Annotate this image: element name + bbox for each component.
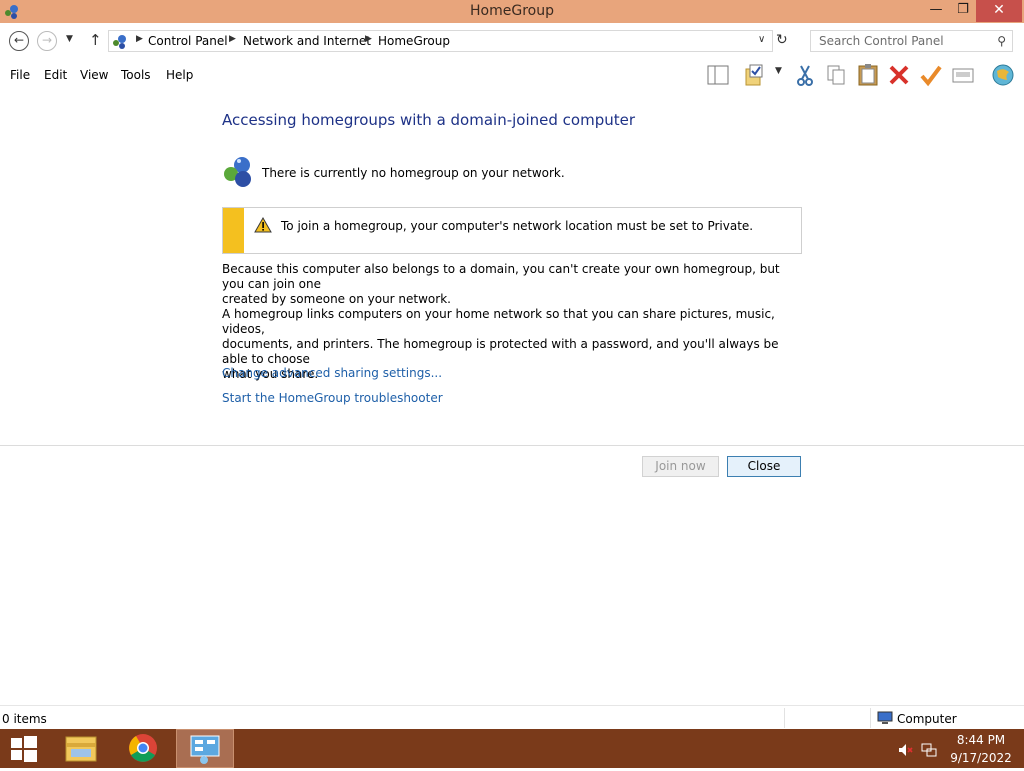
navigation-bar: ← → ▼ ↑ ▶ Control Panel ▶ Network and In…	[0, 23, 1024, 60]
folder-check-icon[interactable]	[743, 63, 767, 87]
clock-time[interactable]: 8:44 PM	[940, 733, 1022, 747]
menu-tools[interactable]: Tools	[121, 68, 151, 82]
warning-icon	[254, 216, 272, 236]
breadcrumb-homegroup[interactable]: HomeGroup	[378, 34, 450, 48]
divider	[0, 445, 1024, 446]
control-panel-taskbar-icon[interactable]	[176, 729, 234, 768]
preview-pane-icon[interactable]	[706, 63, 730, 87]
menu-edit[interactable]: Edit	[44, 68, 67, 82]
homegroup-icon	[222, 155, 256, 192]
homegroup-status: There is currently no homegroup on your …	[262, 166, 565, 180]
close-window-button[interactable]: ✕	[976, 0, 1022, 22]
copy-icon[interactable]	[824, 63, 848, 87]
status-divider	[784, 708, 785, 728]
network-globe-icon	[112, 34, 128, 53]
search-placeholder: Search Control Panel	[819, 34, 944, 48]
globe-icon[interactable]	[991, 63, 1015, 87]
menu-file[interactable]: File	[10, 68, 30, 82]
rename-icon[interactable]	[951, 63, 975, 87]
folder-options-chevron-icon[interactable]: ▼	[775, 66, 785, 90]
refresh-icon[interactable]: ↻	[776, 32, 788, 48]
window-title: HomeGroup	[470, 3, 554, 19]
address-dropdown-chevron-icon[interactable]: ∨	[758, 34, 765, 45]
computer-icon	[877, 710, 893, 729]
recent-locations-chevron-icon[interactable]: ▼	[66, 34, 73, 44]
title-bar: HomeGroup — ❐ ✕	[0, 0, 1024, 23]
forward-arrow-icon[interactable]: →	[37, 31, 57, 51]
search-input[interactable]: Search Control Panel ⚲	[810, 30, 1013, 52]
warning-banner: To join a homegroup, your computer's net…	[222, 207, 802, 254]
domain-explanation-line: created by someone on your network.	[222, 292, 451, 306]
back-arrow-icon[interactable]: ←	[9, 31, 29, 51]
status-bar: 0 items Computer	[0, 705, 1024, 730]
network-icon[interactable]	[921, 742, 937, 761]
status-divider	[870, 708, 871, 728]
paste-icon[interactable]	[856, 63, 880, 87]
breadcrumb-separator-icon[interactable]: ▶	[365, 34, 372, 44]
breadcrumb-control-panel[interactable]: Control Panel	[148, 34, 228, 48]
item-count: 0 items	[2, 712, 47, 726]
checkmark-icon[interactable]	[919, 63, 943, 87]
breadcrumb-separator-icon[interactable]: ▶	[229, 34, 236, 44]
volume-muted-icon[interactable]	[897, 742, 913, 761]
breadcrumb-separator-icon[interactable]: ▶	[136, 34, 143, 44]
close-button[interactable]: Close	[727, 456, 801, 477]
file-explorer-icon[interactable]	[58, 729, 104, 768]
warning-stripe	[223, 208, 244, 253]
domain-explanation: Because this computer also belongs to a …	[222, 262, 804, 307]
start-button[interactable]	[0, 729, 48, 768]
location-label: Computer	[897, 712, 957, 726]
clock-date[interactable]: 9/17/2022	[940, 751, 1022, 765]
menu-help[interactable]: Help	[166, 68, 193, 82]
homegroup-description-line: documents, and printers. The homegroup i…	[222, 337, 779, 366]
join-now-button[interactable]: Join now	[642, 456, 719, 477]
restore-button[interactable]: ❐	[950, 0, 976, 22]
breadcrumb-network-and-internet[interactable]: Network and Internet	[243, 34, 371, 48]
troubleshooter-link[interactable]: Start the HomeGroup troubleshooter	[222, 391, 443, 405]
taskbar	[0, 729, 1024, 768]
cut-icon[interactable]	[793, 63, 817, 87]
up-arrow-icon[interactable]: ↑	[89, 31, 102, 49]
homegroup-description-line: A homegroup links computers on your home…	[222, 307, 775, 336]
domain-explanation-line: Because this computer also belongs to a …	[222, 262, 780, 291]
minimize-button[interactable]: —	[922, 0, 950, 22]
search-icon[interactable]: ⚲	[997, 34, 1006, 48]
chrome-icon[interactable]	[120, 729, 166, 768]
delete-icon[interactable]	[887, 63, 911, 87]
advanced-sharing-link[interactable]: Change advanced sharing settings...	[222, 366, 442, 380]
menu-view[interactable]: View	[80, 68, 108, 82]
warning-message: To join a homegroup, your computer's net…	[281, 219, 754, 233]
address-bar[interactable]: ▶ Control Panel ▶ Network and Internet ▶…	[108, 30, 773, 52]
page-title: Accessing homegroups with a domain-joine…	[222, 111, 636, 129]
main-content: Accessing homegroups with a domain-joine…	[0, 91, 1024, 705]
